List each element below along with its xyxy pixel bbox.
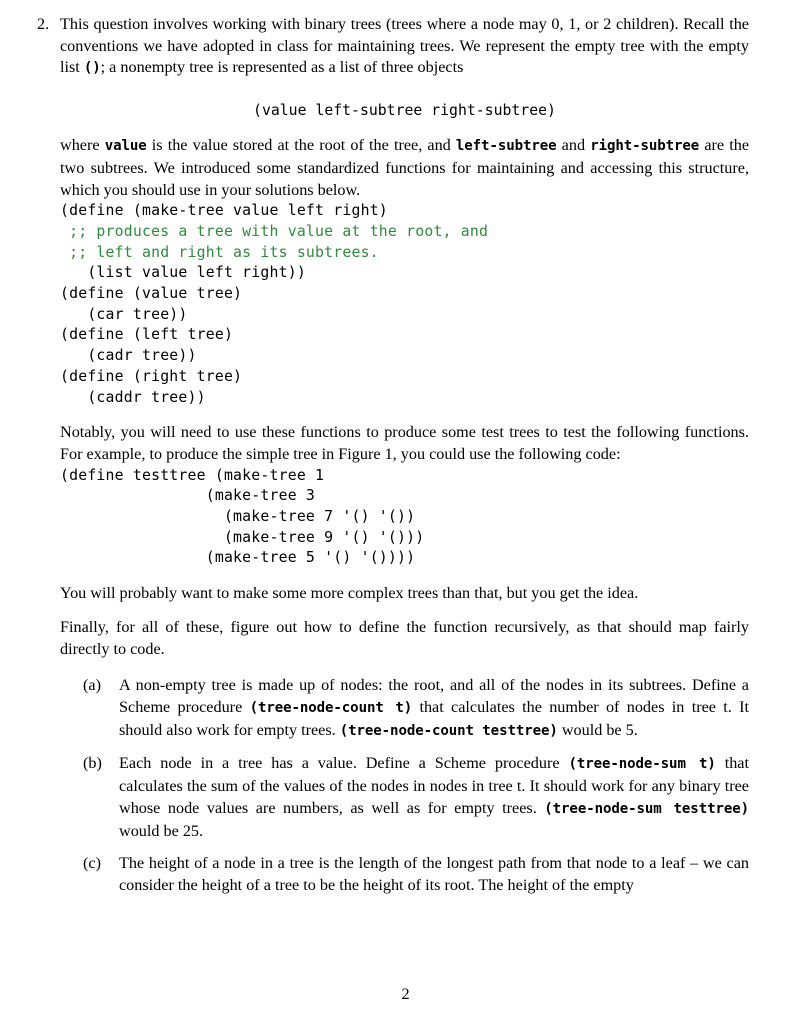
code-comment-produces: ;; produces a tree with value at the roo…	[60, 222, 489, 240]
code-line-right-body: (caddr tree))	[60, 388, 206, 406]
code-block-right: (define (right tree) (caddr tree))	[60, 367, 749, 408]
tree-node-sum-call-code: (tree-node-sum testtree)	[544, 800, 750, 817]
code-line-left-header: (define (left tree)	[60, 326, 234, 344]
code-line-make-tree-header: (define (make-tree value left right)	[60, 202, 388, 220]
notably-paragraph: Notably, you will need to use these func…	[60, 423, 749, 463]
subpart-a: (a) A non-empty tree is made up of nodes…	[83, 675, 749, 742]
value-code: value	[104, 138, 147, 155]
subpart-b: (b) Each node in a tree has a value. Def…	[83, 753, 749, 842]
code-line-testtree-4: (make-tree 9 '() '()))	[60, 528, 425, 546]
where-text-c: and	[556, 136, 591, 155]
code-line-value-header: (define (value tree)	[60, 285, 243, 303]
page-content: 2. This question involves working with b…	[37, 14, 749, 897]
subpart-b-text-a: Each node in a tree has a value. Define …	[119, 754, 569, 773]
subpart-c-body: The height of a node in a tree is the le…	[119, 853, 749, 896]
finally-paragraph: Finally, for all of these, figure out ho…	[60, 617, 749, 658]
subpart-c: (c) The height of a node in a tree is th…	[83, 853, 749, 896]
subpart-b-text-c: would be 25.	[119, 821, 204, 840]
question-body: This question involves working with bina…	[60, 14, 749, 897]
empty-list-code: ()	[83, 60, 101, 77]
intro-paragraph-2: where value is the value stored at the r…	[60, 135, 749, 201]
code-line-value-body: (car tree))	[60, 305, 188, 323]
intro-text-b: ; a nonempty tree is represented as a li…	[100, 58, 464, 77]
code-comment-subtrees: ;; left and right as its subtrees.	[60, 243, 379, 261]
code-block-value: (define (value tree) (car tree))	[60, 284, 749, 325]
complex-trees-paragraph: You will probably want to make some more…	[60, 584, 639, 603]
subpart-a-text-c: would be 5.	[557, 720, 638, 739]
code-block-left: (define (left tree) (cadr tree))	[60, 325, 749, 366]
subparts-list: (a) A non-empty tree is made up of nodes…	[60, 675, 749, 896]
subpart-b-body: Each node in a tree has a value. Define …	[119, 753, 749, 842]
subpart-b-letter: (b)	[83, 754, 102, 773]
tree-node-count-call-code: (tree-node-count testtree)	[339, 722, 558, 739]
subpart-a-body: A non-empty tree is made up of nodes: th…	[119, 675, 749, 742]
subpart-c-text-a: The height of a node in a tree is the le…	[119, 854, 749, 894]
tree-node-sum-signature-code: (tree-node-sum t)	[568, 756, 716, 773]
code-line-right-header: (define (right tree)	[60, 367, 243, 385]
document-page: 2. This question involves working with b…	[0, 0, 811, 1024]
code-line-testtree-1: (define testtree (make-tree 1	[60, 466, 325, 484]
code-block-make-tree: (define (make-tree value left right) ;; …	[60, 201, 749, 284]
code-line-make-tree-body: (list value left right))	[60, 264, 306, 282]
subpart-c-letter: (c)	[83, 854, 101, 873]
where-text-a: where	[60, 136, 105, 155]
code-line-testtree-5: (make-tree 5 '() '())))	[60, 549, 416, 567]
tree-node-count-signature-code: (tree-node-count t)	[249, 699, 413, 716]
where-text-b: is the value stored at the root of the t…	[146, 136, 456, 155]
code-line-testtree-2: (make-tree 3	[60, 487, 316, 505]
left-subtree-code: left-subtree	[455, 138, 557, 155]
code-line-left-body: (cadr tree))	[60, 347, 197, 365]
question-item-2: 2. This question involves working with b…	[37, 14, 749, 897]
right-subtree-code: right-subtree	[590, 138, 700, 155]
page-number-footer: 2	[401, 985, 410, 1003]
tree-representation-display: (value left-subtree right-subtree)	[253, 102, 556, 120]
code-line-testtree-3: (make-tree 7 '() '())	[60, 508, 416, 526]
subpart-a-letter: (a)	[83, 676, 101, 695]
code-block-testtree: (define testtree (make-tree 1 (make-tree…	[60, 466, 749, 570]
intro-paragraph-1: This question involves working with bina…	[60, 14, 749, 80]
question-number: 2.	[37, 15, 50, 33]
